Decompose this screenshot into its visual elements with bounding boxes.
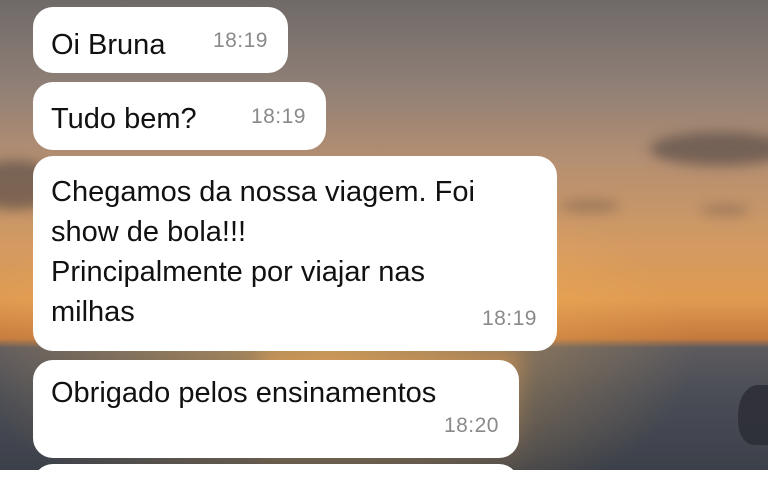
wallpaper-rock <box>738 385 768 445</box>
message-text: Chegamos da nossa viagem. Foi show de bo… <box>51 176 475 328</box>
message-text: Obrigado pelos ensinamentos <box>51 377 437 409</box>
message-timestamp: 18:20 <box>443 414 499 437</box>
wallpaper-cloud <box>650 132 768 166</box>
wallpaper-cloud <box>560 200 620 212</box>
message-bubble[interactable]: Tudo bem? 18:19 <box>33 82 326 150</box>
message-bubble[interactable]: Chegamos da nossa viagem. Foi show de bo… <box>33 156 557 351</box>
message-text: Tudo bem? <box>51 103 197 135</box>
message-timestamp: 18:19 <box>250 105 306 128</box>
message-bubble[interactable]: Oi Bruna 18:19 <box>33 7 288 73</box>
message-timestamp: 18:19 <box>481 307 537 330</box>
message-bubble[interactable]: Obrigado pelos ensinamentos 18:20 <box>33 360 519 458</box>
message-text: Oi Bruna <box>51 29 166 61</box>
message-timestamp: 18:19 <box>212 29 268 52</box>
message-bubble-partial[interactable] <box>33 464 519 504</box>
wallpaper-cloud <box>700 205 750 215</box>
